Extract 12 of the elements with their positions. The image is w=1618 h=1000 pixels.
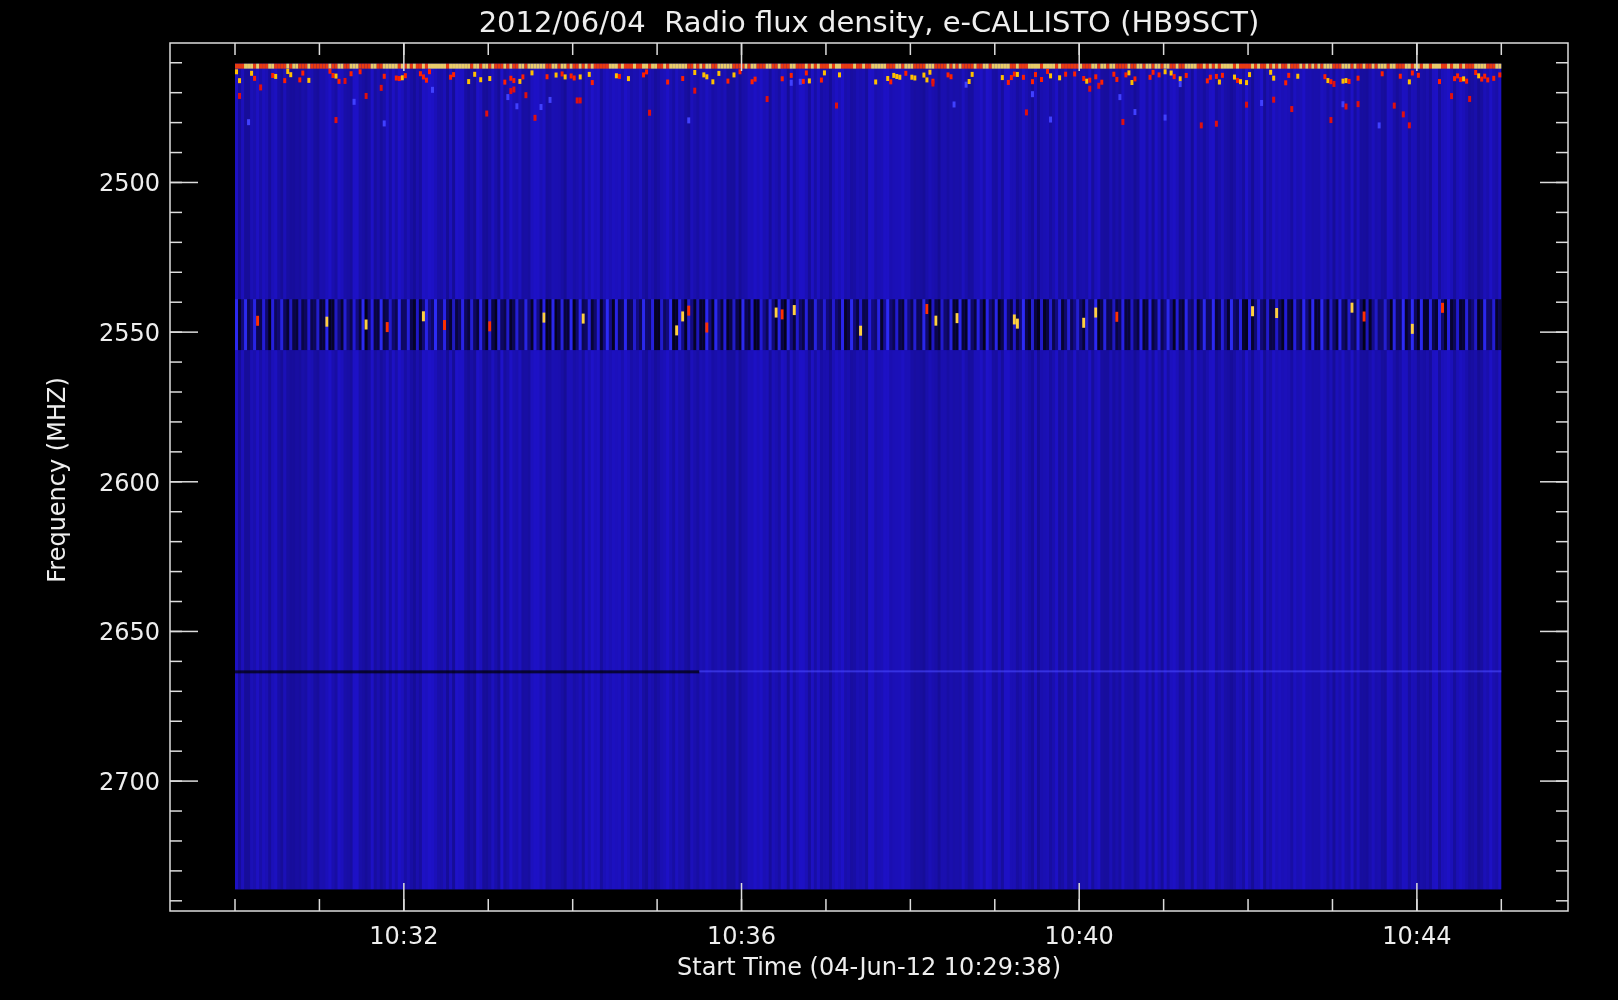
tick-label: 2550 [98, 319, 160, 348]
tick-label: 10:40 [1044, 922, 1114, 950]
tick-label: 2650 [98, 618, 160, 647]
tick-label: 2500 [98, 169, 160, 198]
axis-label: Frequency (MHZ) [43, 377, 71, 583]
tick-label: 2700 [98, 768, 160, 797]
tick-label: 2600 [98, 468, 160, 497]
chart-title: 2012/06/04 Radio flux density, e-CALLISTO (HB9SCT) [478, 5, 1260, 39]
tick-label: 10:32 [369, 922, 439, 950]
tick-label: 10:44 [1382, 922, 1452, 950]
axis-label: Start Time (04-Jun-12 10:29:38) [677, 953, 1061, 981]
tick-label: 10:36 [706, 922, 777, 950]
